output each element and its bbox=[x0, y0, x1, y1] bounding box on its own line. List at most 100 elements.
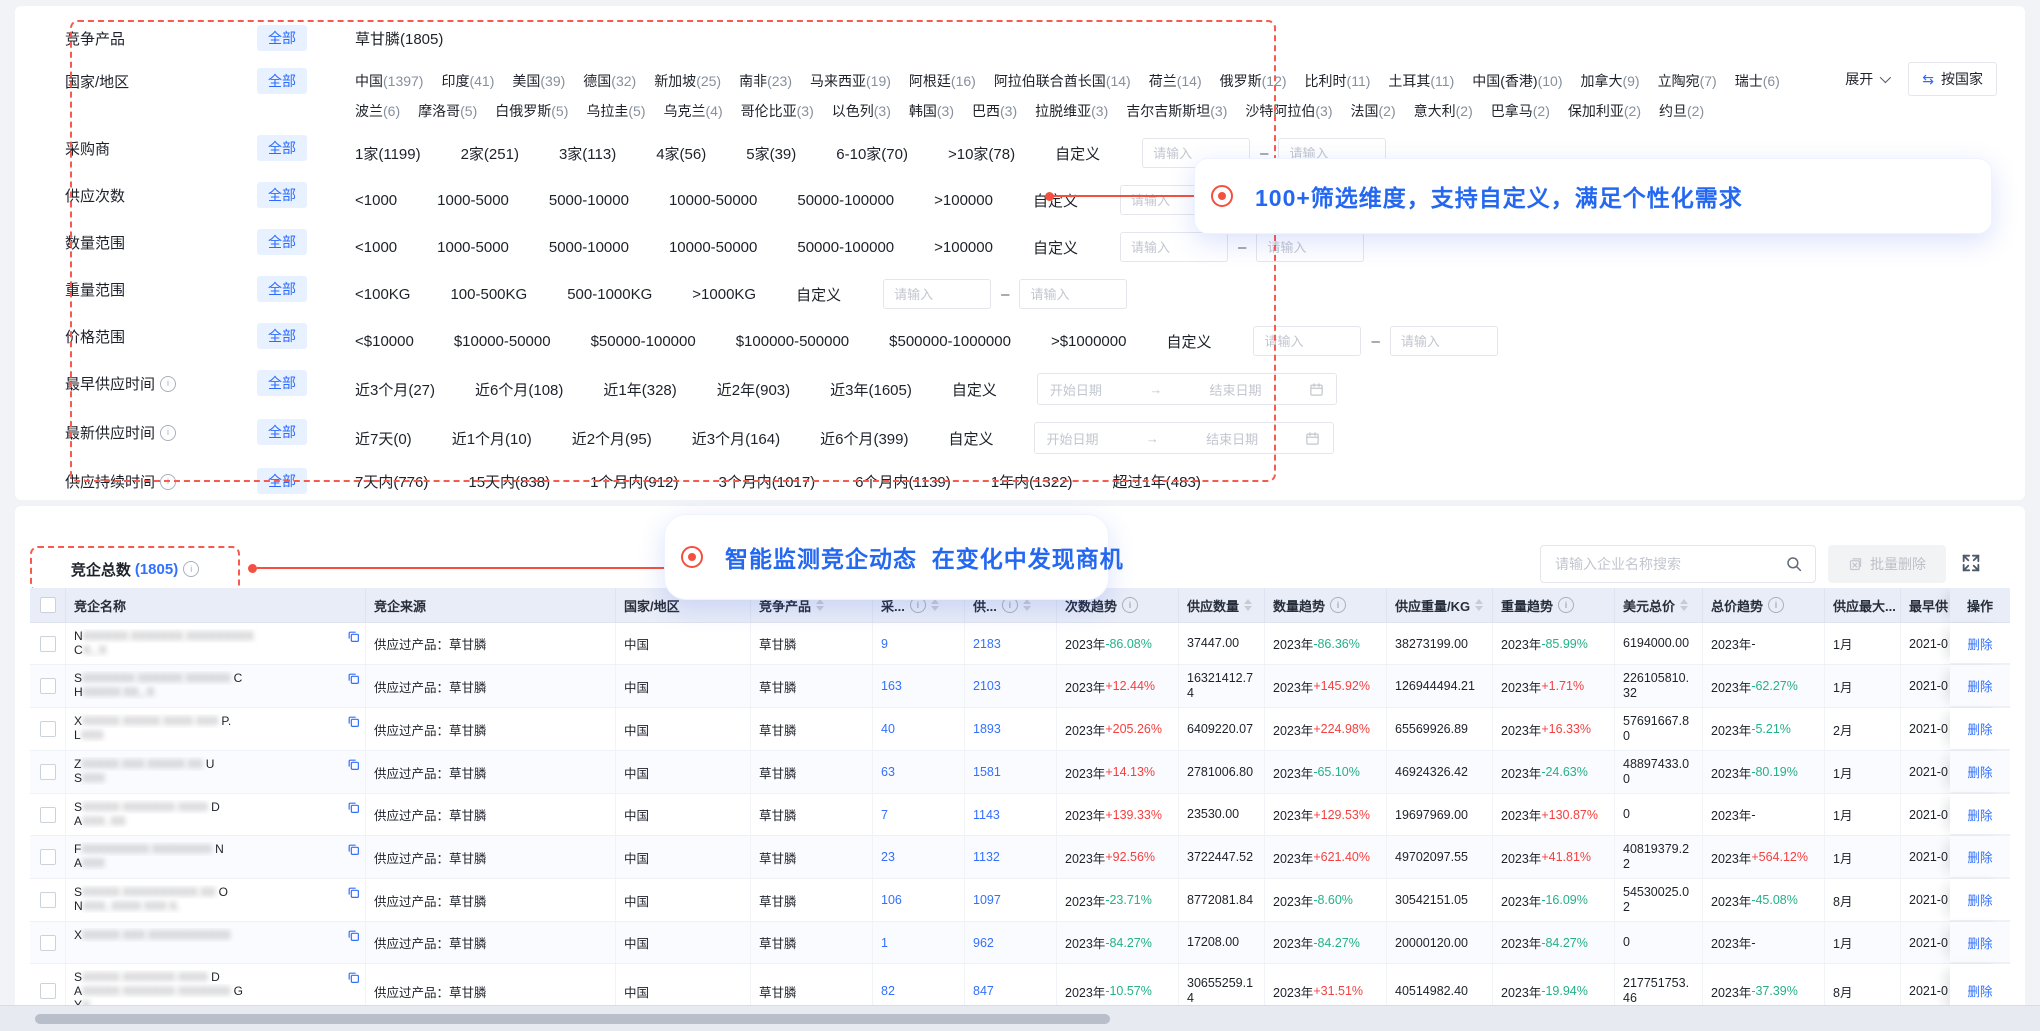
sort-icon[interactable] bbox=[1244, 599, 1252, 611]
expand-toggle[interactable]: 展开 bbox=[1845, 69, 1888, 89]
filter-option[interactable]: 50000-100000 bbox=[797, 239, 894, 256]
filter-all-chip[interactable]: 全部 bbox=[257, 468, 307, 494]
sort-icon[interactable] bbox=[931, 599, 939, 611]
custom-max-input[interactable] bbox=[1256, 232, 1364, 262]
filter-all-chip[interactable]: 全部 bbox=[257, 419, 307, 445]
filter-all-chip[interactable]: 全部 bbox=[257, 323, 307, 349]
row-checkbox[interactable] bbox=[40, 721, 56, 737]
filter-option[interactable]: >100000 bbox=[934, 192, 993, 209]
count-link[interactable]: 40 bbox=[881, 722, 895, 736]
info-icon[interactable]: i bbox=[1768, 597, 1784, 613]
custom-min-input[interactable] bbox=[1120, 232, 1228, 262]
filter-option[interactable]: 10000-50000 bbox=[669, 192, 757, 209]
country-option[interactable]: 韩国(3) bbox=[909, 101, 954, 121]
count-link[interactable]: 962 bbox=[973, 936, 994, 950]
info-icon[interactable]: i bbox=[183, 561, 199, 577]
filter-option[interactable]: <100KG bbox=[355, 286, 410, 303]
filter-option[interactable]: $500000-1000000 bbox=[889, 333, 1011, 350]
country-option[interactable]: 拉脱维亚(3) bbox=[1035, 101, 1108, 121]
country-option[interactable]: 吉尔吉斯斯坦(3) bbox=[1126, 101, 1227, 121]
sort-icon[interactable] bbox=[1680, 599, 1688, 611]
filter-option[interactable]: 自定义 bbox=[1166, 331, 1211, 352]
filter-option[interactable]: 500-1000KG bbox=[567, 286, 652, 303]
filter-all-chip[interactable]: 全部 bbox=[257, 182, 307, 208]
filter-option[interactable]: 1个月内(912) bbox=[590, 471, 678, 492]
row-checkbox[interactable] bbox=[40, 678, 56, 694]
country-option[interactable]: 荷兰(14) bbox=[1149, 71, 1202, 91]
count-link[interactable]: 847 bbox=[973, 984, 994, 998]
copy-icon[interactable] bbox=[347, 758, 360, 771]
filter-option[interactable]: 2家(251) bbox=[461, 143, 519, 164]
filter-option[interactable]: 自定义 bbox=[952, 379, 997, 400]
filter-all-chip[interactable]: 全部 bbox=[257, 276, 307, 302]
count-link[interactable]: 106 bbox=[881, 893, 902, 907]
filter-option[interactable]: 6-10家(70) bbox=[836, 143, 908, 164]
filter-option[interactable]: >$1000000 bbox=[1051, 333, 1127, 350]
filter-all-chip[interactable]: 全部 bbox=[257, 68, 307, 94]
country-option[interactable]: 新加坡(25) bbox=[654, 71, 721, 91]
filter-all-chip[interactable]: 全部 bbox=[257, 25, 307, 51]
country-option[interactable]: 波兰(6) bbox=[355, 101, 400, 121]
count-link[interactable]: 82 bbox=[881, 984, 895, 998]
date-range-picker[interactable]: 开始日期→结束日期 bbox=[1037, 373, 1337, 405]
country-option[interactable]: 阿拉伯联合酋长国(14) bbox=[994, 71, 1131, 91]
country-option[interactable]: 巴西(3) bbox=[972, 101, 1017, 121]
sort-icon[interactable] bbox=[816, 599, 824, 611]
filter-option[interactable]: 近6个月(108) bbox=[475, 379, 563, 400]
row-checkbox[interactable] bbox=[40, 849, 56, 865]
delete-link[interactable]: 删除 bbox=[1967, 676, 1992, 695]
scrollbar-thumb[interactable] bbox=[35, 1014, 1110, 1024]
copy-icon[interactable] bbox=[347, 801, 360, 814]
country-option[interactable]: 白俄罗斯(5) bbox=[495, 101, 568, 121]
filter-all-chip[interactable]: 全部 bbox=[257, 370, 307, 396]
country-option[interactable]: 德国(32) bbox=[583, 71, 636, 91]
country-option[interactable]: 摩洛哥(5) bbox=[418, 101, 477, 121]
filter-option[interactable]: 近2年(903) bbox=[717, 379, 790, 400]
copy-icon[interactable] bbox=[347, 929, 360, 942]
filter-option[interactable]: 10000-50000 bbox=[669, 239, 757, 256]
country-option[interactable]: 土耳其(11) bbox=[1388, 71, 1454, 91]
country-option[interactable]: 以色列(3) bbox=[832, 101, 891, 121]
country-option[interactable]: 乌拉圭(5) bbox=[586, 101, 645, 121]
count-link[interactable]: 163 bbox=[881, 679, 902, 693]
filter-option[interactable]: 15天内(838) bbox=[468, 471, 550, 492]
country-option[interactable]: 哥伦比亚(3) bbox=[741, 101, 814, 121]
filter-option[interactable]: $100000-500000 bbox=[736, 333, 849, 350]
row-checkbox[interactable] bbox=[40, 807, 56, 823]
country-option[interactable]: 沙特阿拉伯(3) bbox=[1245, 101, 1332, 121]
filter-option[interactable]: 100-500KG bbox=[450, 286, 527, 303]
sort-icon[interactable] bbox=[1023, 599, 1031, 611]
filter-option[interactable]: 1000-5000 bbox=[437, 239, 509, 256]
count-link[interactable]: 1893 bbox=[973, 722, 1001, 736]
country-option[interactable]: 中国(香港)(10) bbox=[1472, 71, 1562, 91]
country-option[interactable]: 瑞士(6) bbox=[1735, 71, 1780, 91]
filter-option[interactable]: 50000-100000 bbox=[797, 192, 894, 209]
copy-icon[interactable] bbox=[347, 843, 360, 856]
col-header-usd[interactable]: 美元总价 bbox=[1615, 588, 1703, 622]
delete-link[interactable]: 删除 bbox=[1967, 981, 1992, 1000]
copy-icon[interactable] bbox=[347, 886, 360, 899]
row-checkbox[interactable] bbox=[40, 636, 56, 652]
filter-option[interactable]: 近6个月(399) bbox=[820, 428, 908, 449]
copy-icon[interactable] bbox=[347, 630, 360, 643]
country-option[interactable]: 约旦(2) bbox=[1659, 101, 1704, 121]
info-icon[interactable]: i bbox=[160, 474, 176, 490]
info-icon[interactable]: i bbox=[160, 376, 176, 392]
filter-option[interactable]: <1000 bbox=[355, 239, 397, 256]
count-link[interactable]: 1 bbox=[881, 936, 888, 950]
copy-icon[interactable] bbox=[347, 672, 360, 685]
filter-option[interactable]: 1年内(1322) bbox=[991, 471, 1073, 492]
count-link[interactable]: 63 bbox=[881, 765, 895, 779]
date-range-picker[interactable]: 开始日期→结束日期 bbox=[1034, 422, 1334, 454]
filter-option[interactable]: 近3个月(27) bbox=[355, 379, 435, 400]
filter-option[interactable]: 5000-10000 bbox=[549, 192, 629, 209]
info-icon[interactable]: i bbox=[160, 425, 176, 441]
row-checkbox[interactable] bbox=[40, 935, 56, 951]
count-link[interactable]: 9 bbox=[881, 637, 888, 651]
select-all-checkbox[interactable] bbox=[40, 597, 56, 613]
batch-delete-button[interactable]: 批量删除 bbox=[1828, 545, 1946, 583]
filter-option[interactable]: >10家(78) bbox=[948, 143, 1015, 164]
filter-option[interactable]: 3个月内(1017) bbox=[718, 471, 815, 492]
country-option[interactable]: 俄罗斯(12) bbox=[1220, 71, 1287, 91]
country-option[interactable]: 法国(2) bbox=[1351, 101, 1396, 121]
